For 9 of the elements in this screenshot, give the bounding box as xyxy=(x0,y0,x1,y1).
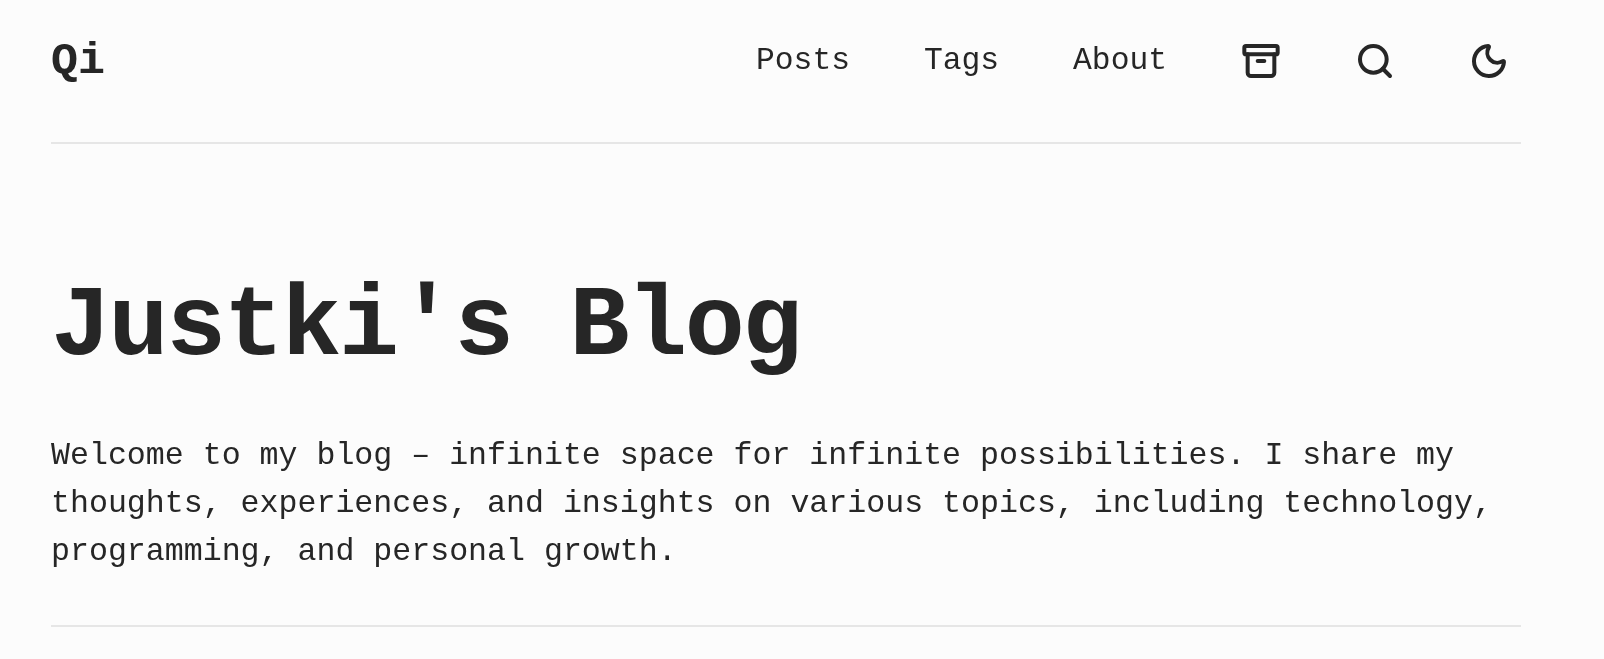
nav-link[interactable]: Tags xyxy=(923,42,1000,80)
nav-link[interactable]: About xyxy=(1073,42,1167,80)
blog-title: Justki's Blog xyxy=(51,278,801,378)
archive-box-icon[interactable] xyxy=(1241,41,1281,81)
nav-link[interactable]: Posts xyxy=(756,42,850,80)
blog-description: Welcome to my blog – infinite space for infinite possibilities. I share my thoughts, experiences, and insights on various topics, including technology, programming, and personal growth. xyxy=(51,437,1493,571)
moon-icon[interactable] xyxy=(1469,41,1509,81)
search-icon[interactable] xyxy=(1355,41,1395,81)
site-logo[interactable]: Qi xyxy=(51,38,105,84)
